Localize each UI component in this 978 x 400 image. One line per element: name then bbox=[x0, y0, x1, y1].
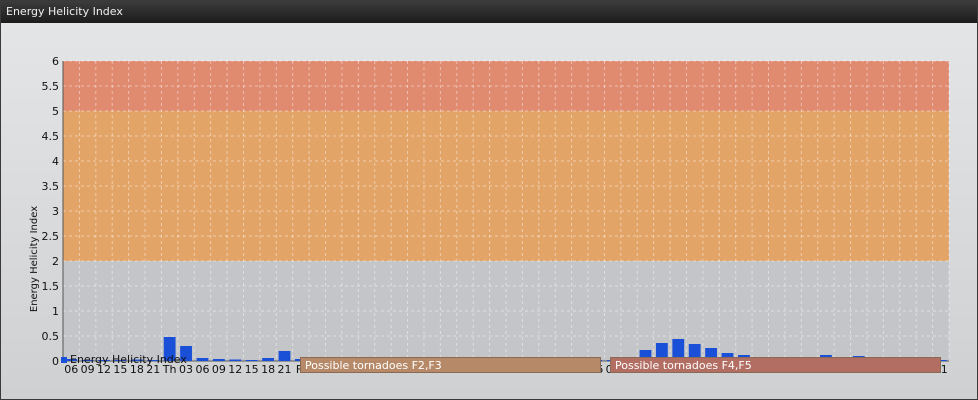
y-tick-label: 1 bbox=[52, 305, 59, 318]
bar bbox=[229, 359, 242, 361]
chart-legend[interactable]: Energy Helicity Index bbox=[61, 353, 187, 366]
bar bbox=[262, 358, 274, 361]
y-tick-label: 2 bbox=[52, 255, 59, 268]
y-tick-label: 6 bbox=[52, 55, 59, 68]
x-tick-label: 12 bbox=[228, 363, 242, 376]
bar bbox=[278, 351, 291, 361]
y-tick-label: 0.5 bbox=[42, 330, 60, 343]
y-tick-label: 3.5 bbox=[42, 180, 60, 193]
bar bbox=[212, 359, 225, 361]
band-legend-f2f3: Possible tornadoes F2,F3 bbox=[300, 357, 601, 373]
x-tick-label: 06 bbox=[195, 363, 209, 376]
y-tick-label: 4 bbox=[52, 155, 59, 168]
y-tick-label: 2.5 bbox=[42, 230, 60, 243]
ehi-chart: 0 0.5 1 1.5 2 2.5 3 3.5 4 4.5 5 5.5 6 Energy Helicity… bbox=[29, 55, 950, 376]
bar bbox=[245, 360, 258, 361]
bar bbox=[196, 358, 209, 361]
chart-area: 0 0.5 1 1.5 2 2.5 3 3.5 4 4.5 5 5.5 6 Energy Helicity… bbox=[1, 23, 977, 399]
x-tick-label: 15 bbox=[245, 363, 259, 376]
y-tick-label: 5 bbox=[52, 105, 59, 118]
y-tick-label: 4.5 bbox=[42, 130, 60, 143]
y-tick-label: 5.5 bbox=[42, 80, 60, 93]
y-axis-label: Energy Helicity Index bbox=[29, 206, 40, 312]
y-tick-label: 3 bbox=[52, 205, 59, 218]
band-legend-f4f5: Possible tornadoes F4,F5 bbox=[610, 357, 941, 373]
widget-title: Energy Helicity Index bbox=[1, 1, 977, 23]
y-tick-label: 0 bbox=[52, 355, 59, 368]
chart-widget: Energy Helicity Index 0 0.5 1 1.5 2 2.5 3 3.5 4 4… bbox=[0, 0, 978, 400]
legend-series-label: Energy Helicity Index bbox=[70, 353, 187, 366]
legend-swatch bbox=[61, 357, 67, 363]
x-tick-label: 18 bbox=[261, 363, 275, 376]
x-tick-label: 09 bbox=[212, 363, 226, 376]
x-tick-label: 21 bbox=[278, 363, 292, 376]
y-tick-label: 1.5 bbox=[42, 280, 60, 293]
